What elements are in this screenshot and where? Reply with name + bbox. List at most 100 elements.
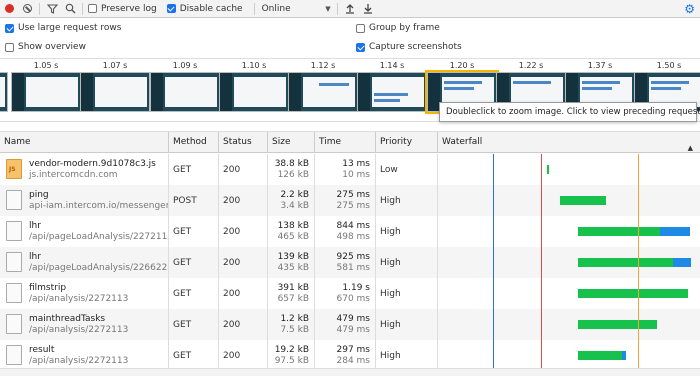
request-row[interactable]: lhr/api/pageLoadAnalysis/2272113 GET 200 13…: [0, 216, 700, 247]
checkbox-unchecked-icon: [356, 23, 365, 33]
total-time: 275 ms: [336, 190, 371, 200]
request-waterfall[interactable]: [438, 340, 700, 371]
table-overflow-row: [0, 368, 700, 376]
frame-time: 1.20 s: [449, 61, 475, 70]
export-har-button[interactable]: [359, 0, 377, 18]
priority-text: High: [380, 257, 401, 268]
request-time: 13 ms 10 ms: [315, 154, 376, 185]
column-header-size[interactable]: Size: [268, 132, 315, 153]
request-waterfall[interactable]: [438, 216, 700, 247]
request-name: ping: [29, 190, 49, 200]
request-row[interactable]: vendor-modern.9d1078c3.jsjs.intercomcdn.…: [0, 154, 700, 185]
request-waterfall[interactable]: [438, 278, 700, 309]
request-status: 200: [219, 185, 268, 216]
column-header-method[interactable]: Method: [169, 132, 219, 153]
request-row[interactable]: mainthreadTasks/api/analysis/2272113 GET 2…: [0, 309, 700, 340]
capture-screenshots-label: Capture screenshots: [369, 42, 462, 52]
import-har-button[interactable]: [341, 0, 359, 18]
request-size: 391 kB 657 kB: [268, 278, 315, 309]
column-header-waterfall[interactable]: Waterfall ▲: [438, 132, 700, 153]
request-method: GET: [169, 216, 219, 247]
latency-time: 10 ms: [342, 170, 370, 180]
capture-screenshots-checkbox[interactable]: Capture screenshots: [356, 41, 462, 53]
request-status: 200: [219, 216, 268, 247]
record-button[interactable]: [0, 0, 18, 18]
filmstrip-frame[interactable]: 1.05 s: [11, 60, 81, 112]
filmstrip-frame[interactable]: 1.14 s: [357, 60, 427, 112]
throttling-value: Online: [261, 3, 291, 14]
request-row[interactable]: lhr/api/pageLoadAnalysis/2266226 GET 200 13…: [0, 247, 700, 278]
request-waterfall[interactable]: [438, 247, 700, 278]
frame-time: 1.05 s: [33, 61, 59, 70]
dropdown-arrow-icon: ▼: [325, 4, 331, 13]
filmstrip-frame[interactable]: 1.12 s: [288, 60, 358, 112]
request-waterfall[interactable]: [438, 185, 700, 216]
request-size: 19.2 kB 97.5 kB: [268, 340, 315, 371]
frame-thumbnail[interactable]: [0, 72, 8, 112]
column-header-priority[interactable]: Priority: [376, 132, 438, 153]
document-icon: [6, 221, 22, 241]
request-row[interactable]: filmstrip/api/analysis/2272113 GET 200 391 …: [0, 278, 700, 309]
latency-time: 275 ms: [336, 201, 371, 211]
document-icon: [6, 314, 22, 334]
filter-button[interactable]: [43, 0, 61, 18]
total-time: 1.19 s: [342, 283, 370, 293]
column-header-name[interactable]: Name: [0, 132, 169, 153]
priority-text: High: [380, 195, 401, 206]
js-file-icon: [6, 159, 22, 179]
latency-time: 479 ms: [336, 325, 371, 335]
large-rows-checkbox[interactable]: Use large request rows: [5, 22, 121, 34]
document-icon: [6, 190, 22, 210]
filmstrip-frame[interactable]: 1.09 s: [150, 60, 220, 112]
upload-icon: [345, 4, 354, 14]
frame-thumbnail[interactable]: [150, 72, 220, 112]
request-status: 200: [219, 278, 268, 309]
filmstrip-frame[interactable]: 1.10 s: [219, 60, 289, 112]
column-header-status[interactable]: Status: [219, 132, 268, 153]
settings-gear-icon[interactable]: ⚙: [684, 2, 695, 16]
request-name-cell[interactable]: vendor-modern.9d1078c3.jsjs.intercomcdn.…: [0, 154, 169, 185]
disable-cache-checkbox[interactable]: Disable cache: [166, 4, 243, 14]
request-row[interactable]: ping api-iam.intercom.io/messenger/… POST 2…: [0, 185, 700, 216]
method-text: GET: [173, 164, 192, 175]
method-text: GET: [173, 226, 192, 237]
frame-time-marker: [638, 154, 639, 376]
frame-thumbnail[interactable]: [357, 72, 427, 112]
request-name-cell[interactable]: mainthreadTasks/api/analysis/2272113: [0, 309, 169, 340]
show-overview-label: Show overview: [18, 42, 86, 52]
request-waterfall[interactable]: [438, 309, 700, 340]
show-overview-checkbox[interactable]: Show overview: [5, 41, 86, 53]
column-header-time[interactable]: Time: [315, 132, 376, 153]
frame-thumbnail[interactable]: [80, 72, 150, 112]
waterfall-download-bar: [660, 227, 690, 236]
clear-button[interactable]: [18, 0, 36, 18]
request-priority: High: [376, 278, 438, 309]
request-method: GET: [169, 278, 219, 309]
search-button[interactable]: [61, 0, 79, 18]
group-by-frame-checkbox[interactable]: Group by frame: [356, 22, 440, 34]
frame-thumbnail[interactable]: [11, 72, 81, 112]
request-waterfall[interactable]: [438, 154, 700, 185]
request-name: mainthreadTasks: [29, 314, 106, 324]
waterfall-waiting-bar: [578, 289, 688, 298]
request-name-cell[interactable]: ping api-iam.intercom.io/messenger/…: [0, 185, 169, 216]
waterfall-waiting-bar: [560, 196, 606, 205]
throttling-select[interactable]: Online ▼: [258, 2, 334, 16]
frame-thumbnail[interactable]: [219, 72, 289, 112]
latency-time: 581 ms: [336, 263, 371, 273]
request-name-cell[interactable]: lhr/api/pageLoadAnalysis/2266226: [0, 247, 169, 278]
request-time: 844 ms 498 ms: [315, 216, 376, 247]
request-name-cell[interactable]: filmstrip/api/analysis/2272113: [0, 278, 169, 309]
request-path: /api/analysis/2272113: [29, 356, 129, 366]
frame-time: 1.22 s: [518, 61, 544, 70]
priority-text: High: [380, 288, 401, 299]
frame-thumbnail[interactable]: [288, 72, 358, 112]
request-name-cell[interactable]: result/api/analysis/2272113: [0, 340, 169, 371]
filmstrip-frame[interactable]: [0, 60, 8, 112]
transferred-size: 139 kB: [277, 252, 309, 262]
request-name-cell[interactable]: lhr/api/pageLoadAnalysis/2272113: [0, 216, 169, 247]
request-row[interactable]: result/api/analysis/2272113 GET 200 19.2 kB…: [0, 340, 700, 371]
request-method: POST: [169, 185, 219, 216]
filmstrip-frame[interactable]: 1.07 s: [80, 60, 150, 112]
preserve-log-checkbox[interactable]: Preserve log: [88, 4, 157, 14]
